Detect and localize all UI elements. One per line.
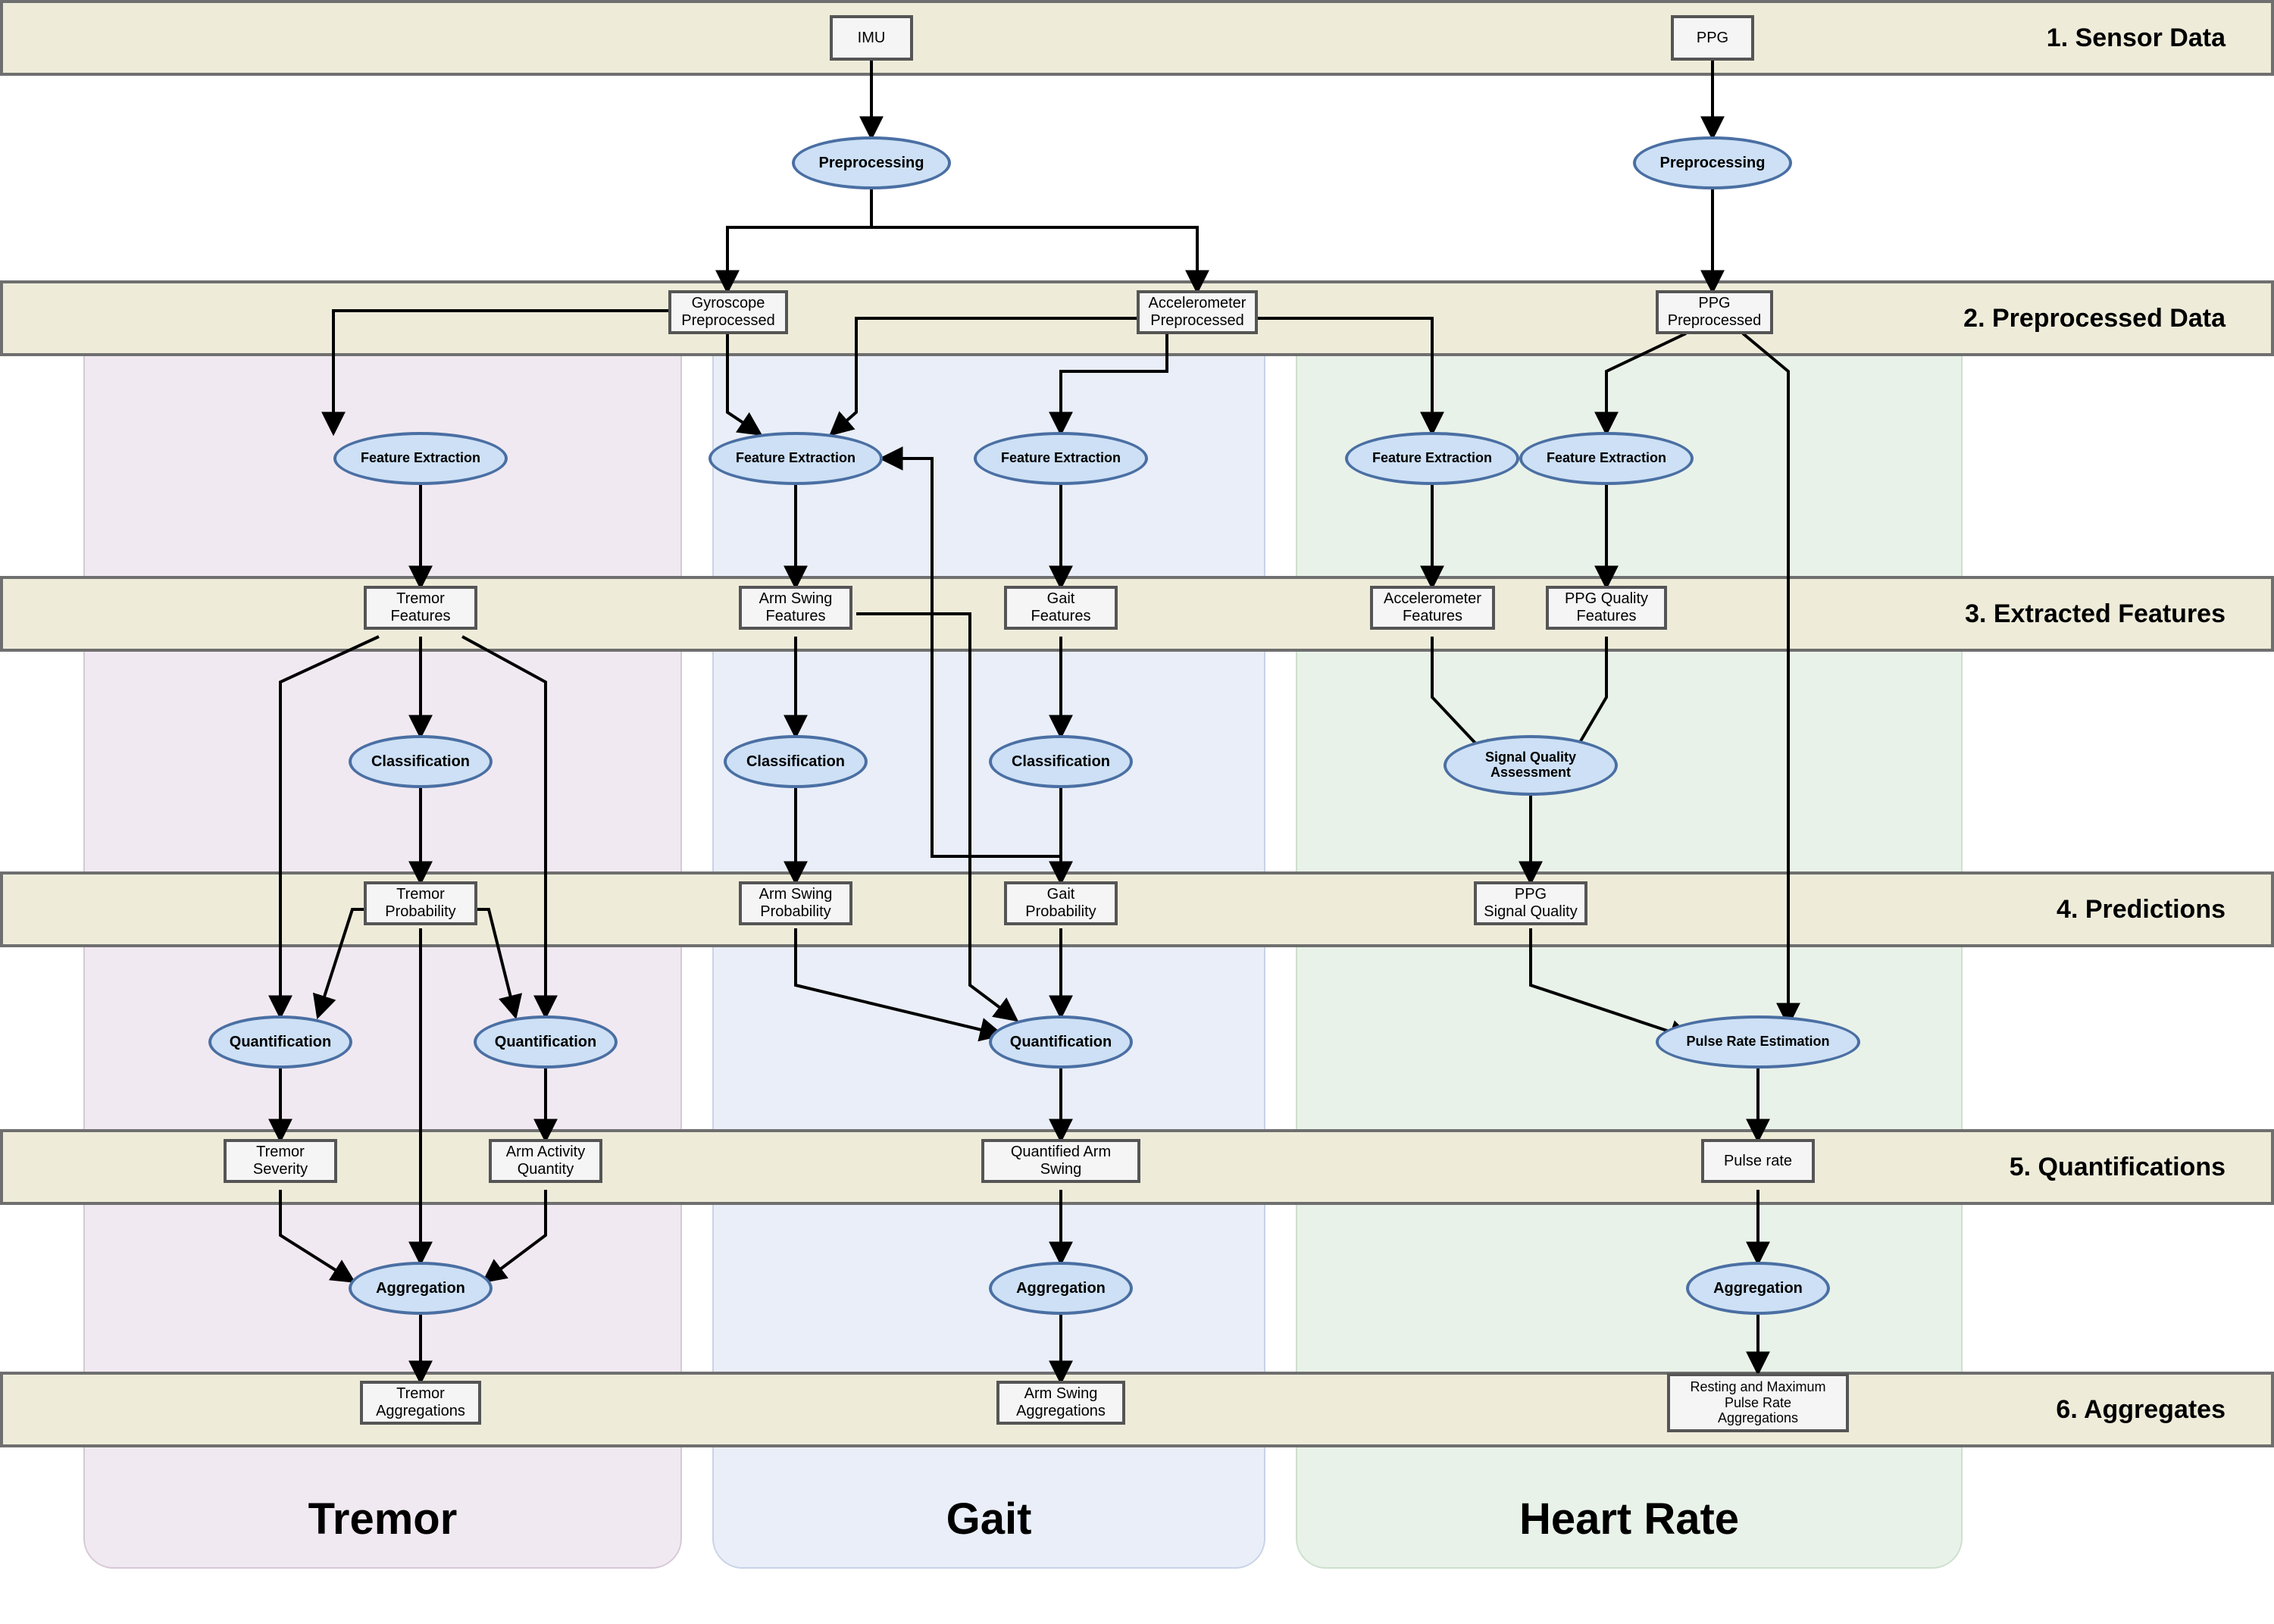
- node-arm-activity-quantity: Arm Activity Quantity: [489, 1139, 602, 1183]
- node-preprocessing-ppg: Preprocessing: [1633, 136, 1792, 189]
- node-tremor-aggregations: Tremor Aggregations: [360, 1381, 481, 1425]
- node-aggregation-gait: Aggregation: [989, 1262, 1133, 1315]
- node-imu-sensor: IMU: [830, 15, 913, 61]
- node-hr-pulse-rate-aggregations: Resting and Maximum Pulse Rate Aggregati…: [1667, 1373, 1849, 1432]
- node-arm-swing-aggregations: Arm Swing Aggregations: [996, 1381, 1125, 1425]
- node-gyroscope-preprocessed: Gyroscope Preprocessed: [668, 290, 788, 334]
- node-pulse-rate: Pulse rate: [1701, 1139, 1815, 1183]
- node-aggregation-tremor: Aggregation: [349, 1262, 493, 1315]
- node-fe-tremor: Feature Extraction: [333, 432, 508, 485]
- node-ppg-signal-quality: PPG Signal Quality: [1474, 881, 1587, 925]
- node-fe-ppg-quality: Feature Extraction: [1519, 432, 1694, 485]
- node-quantification-arm-activity: Quantification: [474, 1015, 618, 1069]
- node-classification-gait: Classification: [989, 735, 1133, 788]
- node-fe-gait: Feature Extraction: [974, 432, 1148, 485]
- node-gait-features: Gait Features: [1004, 586, 1118, 630]
- node-arm-swing-probability: Arm Swing Probability: [739, 881, 852, 925]
- arrows-layer: [0, 0, 2274, 1624]
- node-classification-tremor: Classification: [349, 735, 493, 788]
- node-aggregation-hr: Aggregation: [1686, 1262, 1830, 1315]
- node-accelerometer-preprocessed: Accelerometer Preprocessed: [1137, 290, 1258, 334]
- node-signal-quality-assessment: Signal Quality Assessment: [1444, 735, 1618, 796]
- node-tremor-severity: Tremor Severity: [224, 1139, 337, 1183]
- node-ppg-sensor: PPG: [1671, 15, 1754, 61]
- node-quantified-arm-swing: Quantified Arm Swing: [981, 1139, 1140, 1183]
- node-tremor-features: Tremor Features: [364, 586, 477, 630]
- node-gait-probability: Gait Probability: [1004, 881, 1118, 925]
- node-ppg-quality-features: PPG Quality Features: [1546, 586, 1667, 630]
- node-pulse-rate-estimation: Pulse Rate Estimation: [1656, 1015, 1860, 1069]
- node-fe-arm-swing: Feature Extraction: [708, 432, 883, 485]
- flowchart-canvas: Tremor Gait Heart Rate 1. Sensor Data 2.…: [0, 0, 2274, 1624]
- node-quantification-arm-swing: Quantification: [989, 1015, 1133, 1069]
- node-accelerometer-features: Accelerometer Features: [1370, 586, 1495, 630]
- node-preprocessing-imu: Preprocessing: [792, 136, 951, 189]
- node-fe-accel: Feature Extraction: [1345, 432, 1519, 485]
- node-tremor-probability: Tremor Probability: [364, 881, 477, 925]
- node-arm-swing-features: Arm Swing Features: [739, 586, 852, 630]
- node-quantification-severity: Quantification: [208, 1015, 352, 1069]
- node-classification-arm-swing: Classification: [724, 735, 868, 788]
- node-ppg-preprocessed: PPG Preprocessed: [1656, 290, 1773, 334]
